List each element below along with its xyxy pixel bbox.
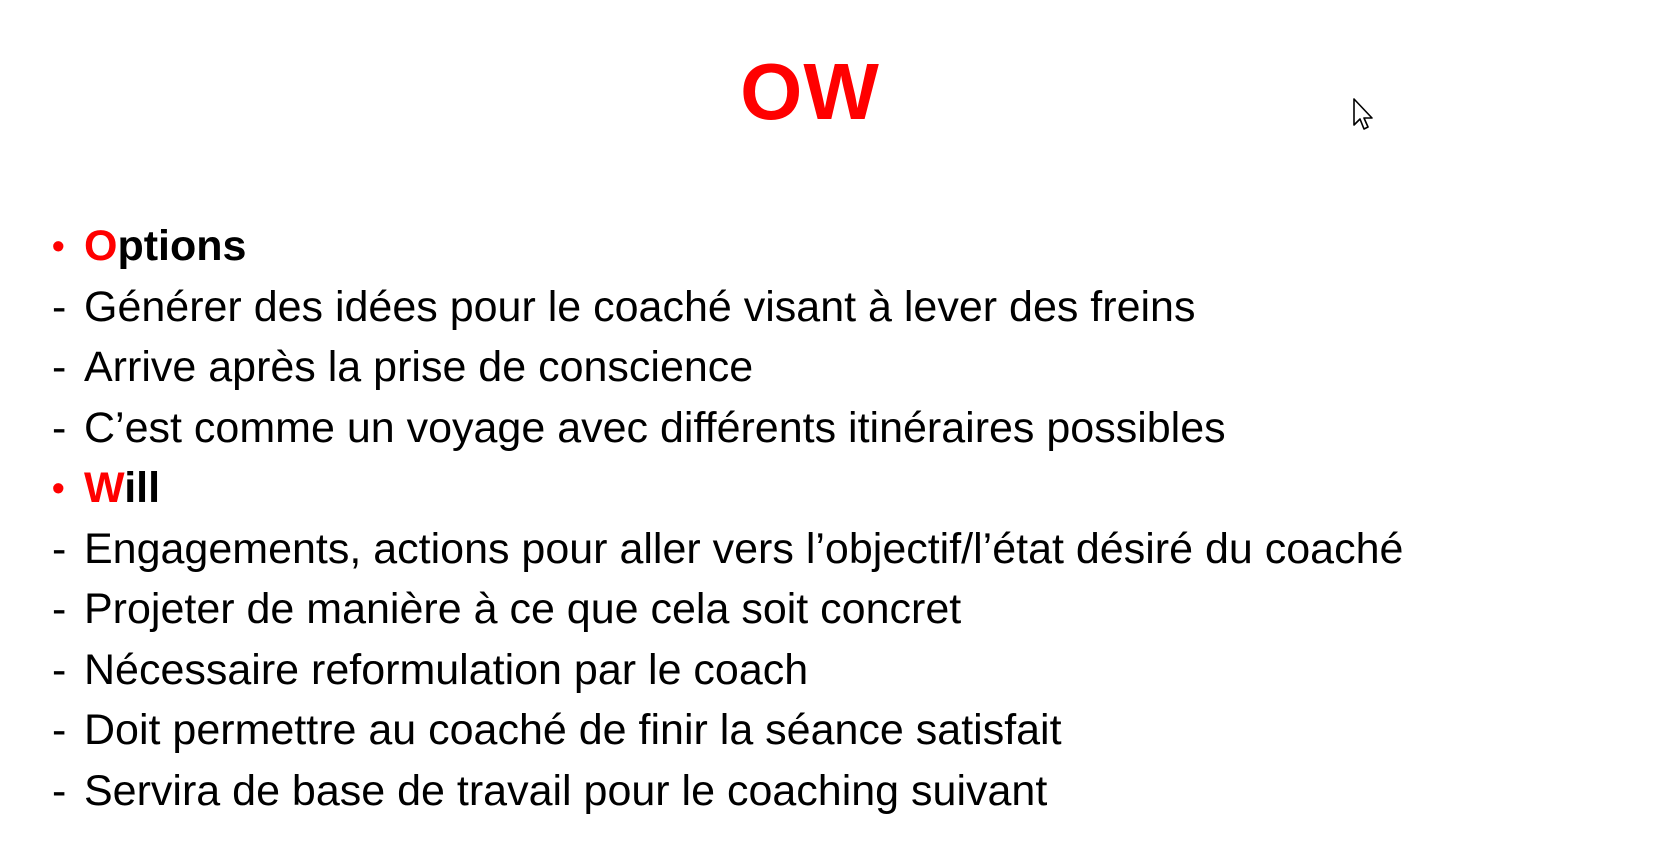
slide: OW • Options - Générer des idées pour le… — [0, 0, 1660, 860]
section-heading-text: Options — [84, 216, 246, 277]
dash-marker: - — [52, 343, 67, 391]
bullet-icon: • — [52, 225, 65, 266]
list-item: - Doit permettre au coaché de finir la s… — [52, 700, 1612, 761]
list-item-text: Engagements, actions pour aller vers l’o… — [84, 524, 1404, 573]
list-item-text: Arrive après la prise de conscience — [84, 343, 754, 391]
list-item-text: Servira de base de travail pour le coach… — [84, 766, 1048, 815]
dash-marker: - — [52, 645, 67, 694]
list-item: - Servira de base de travail pour le coa… — [52, 761, 1612, 822]
section-heading-rest: ptions — [117, 222, 247, 270]
dash-marker: - — [52, 766, 67, 815]
section-heading-rest: ill — [124, 464, 161, 512]
dash-marker: - — [52, 585, 67, 633]
list-item: - Nécessaire reformulation par le coach — [52, 640, 1612, 701]
list-item: - Engagements, actions pour aller vers l… — [52, 519, 1612, 580]
dash-marker: - — [52, 403, 67, 452]
list-item-text: C’est comme un voyage avec différents it… — [84, 403, 1226, 452]
section-initial: O — [84, 222, 118, 270]
list-item: - Générer des idées pour le coaché visan… — [52, 277, 1612, 338]
list-item-text: Projeter de manière à ce que cela soit c… — [84, 585, 962, 633]
list-item-text: Générer des idées pour le coaché visant … — [84, 282, 1196, 331]
dash-marker: - — [52, 706, 67, 754]
dash-marker: - — [52, 524, 67, 573]
section-initial: W — [84, 464, 125, 512]
slide-title: OW — [740, 47, 880, 136]
dash-marker: - — [52, 282, 67, 331]
bullet-icon: • — [52, 467, 65, 508]
list-item-text: Nécessaire reformulation par le coach — [84, 645, 809, 694]
slide-content: • Options - Générer des idées pour le co… — [52, 216, 1612, 821]
list-item-text: Doit permettre au coaché de finir la séa… — [84, 706, 1062, 754]
list-item: - C’est comme un voyage avec différents … — [52, 398, 1612, 459]
mouse-pointer-icon — [1353, 98, 1373, 130]
section-heading-will: • Will — [52, 458, 1612, 519]
section-heading-options: • Options — [52, 216, 1612, 277]
section-heading-text: Will — [84, 458, 160, 519]
list-item: - Arrive après la prise de conscience — [52, 337, 1612, 398]
list-item: - Projeter de manière à ce que cela soit… — [52, 579, 1612, 640]
